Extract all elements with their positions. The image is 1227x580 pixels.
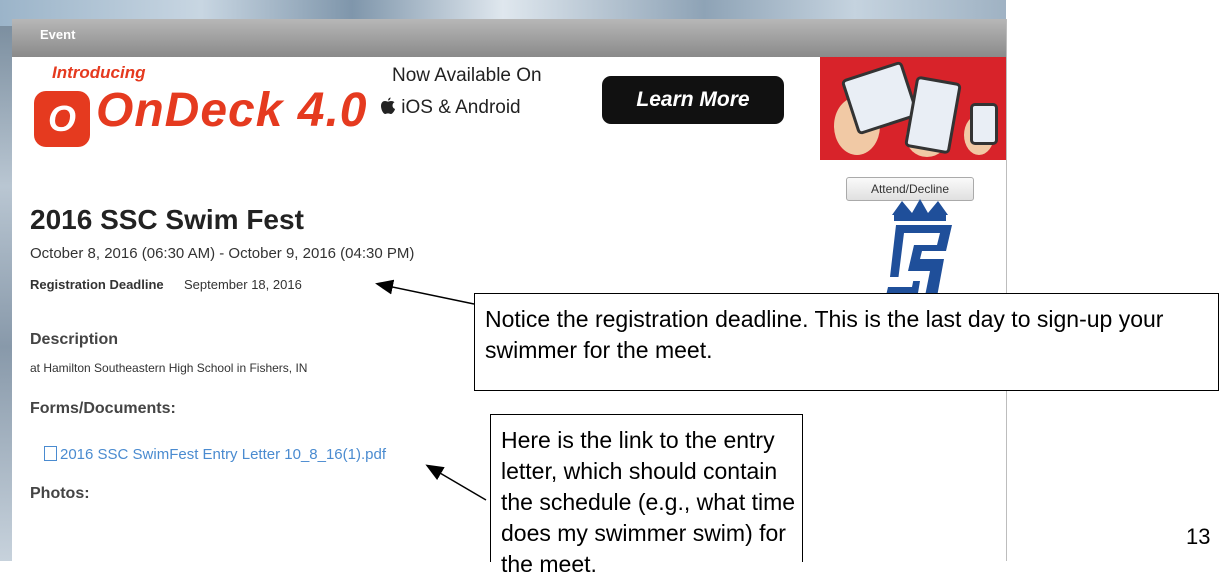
- forms-documents-heading: Forms/Documents:: [30, 400, 176, 417]
- panel-header: Event: [12, 19, 1006, 58]
- event-dates: October 8, 2016 (06:30 AM) - October 9, …: [30, 245, 415, 262]
- registration-deadline-value: September 18, 2016: [184, 277, 302, 292]
- entry-letter-link[interactable]: 2016 SSC SwimFest Entry Letter 10_8_16(1…: [44, 446, 386, 463]
- banner-available-line2: iOS & Android: [380, 97, 521, 119]
- entry-letter-callout: Here is the link to the entry letter, wh…: [490, 414, 803, 577]
- document-icon: [44, 446, 57, 461]
- deadline-callout: Notice the registration deadline. This i…: [474, 293, 1219, 391]
- panel-title: Event: [40, 27, 76, 42]
- photos-heading: Photos:: [30, 485, 90, 502]
- banner-brand: OnDeck 4.0: [96, 84, 368, 137]
- app-promo-image: [820, 57, 1006, 160]
- description-text: at Hamilton Southeastern High School in …: [30, 361, 308, 375]
- entry-letter-callout-text: Here is the link to the entry letter, wh…: [501, 427, 796, 577]
- ondeck-banner[interactable]: Introducing O OnDeck 4.0 Now Available O…: [12, 57, 1006, 160]
- deadline-callout-text: Notice the registration deadline. This i…: [485, 306, 1164, 363]
- page-number: 13: [1186, 524, 1211, 549]
- ondeck-logo-icon: O: [34, 91, 90, 147]
- banner-platforms-text: iOS & Android: [401, 97, 521, 118]
- event-title: 2016 SSC Swim Fest: [30, 204, 304, 235]
- background-photo-edge: [0, 26, 12, 561]
- description-heading: Description: [30, 331, 119, 348]
- banner-intro: Introducing: [52, 63, 146, 82]
- entry-letter-link-text[interactable]: 2016 SSC SwimFest Entry Letter 10_8_16(1…: [60, 446, 386, 463]
- banner-available-line1: Now Available On: [392, 65, 542, 86]
- learn-more-button[interactable]: Learn More: [602, 76, 784, 124]
- apple-icon: [381, 97, 395, 114]
- registration-deadline-label: Registration Deadline: [30, 277, 164, 292]
